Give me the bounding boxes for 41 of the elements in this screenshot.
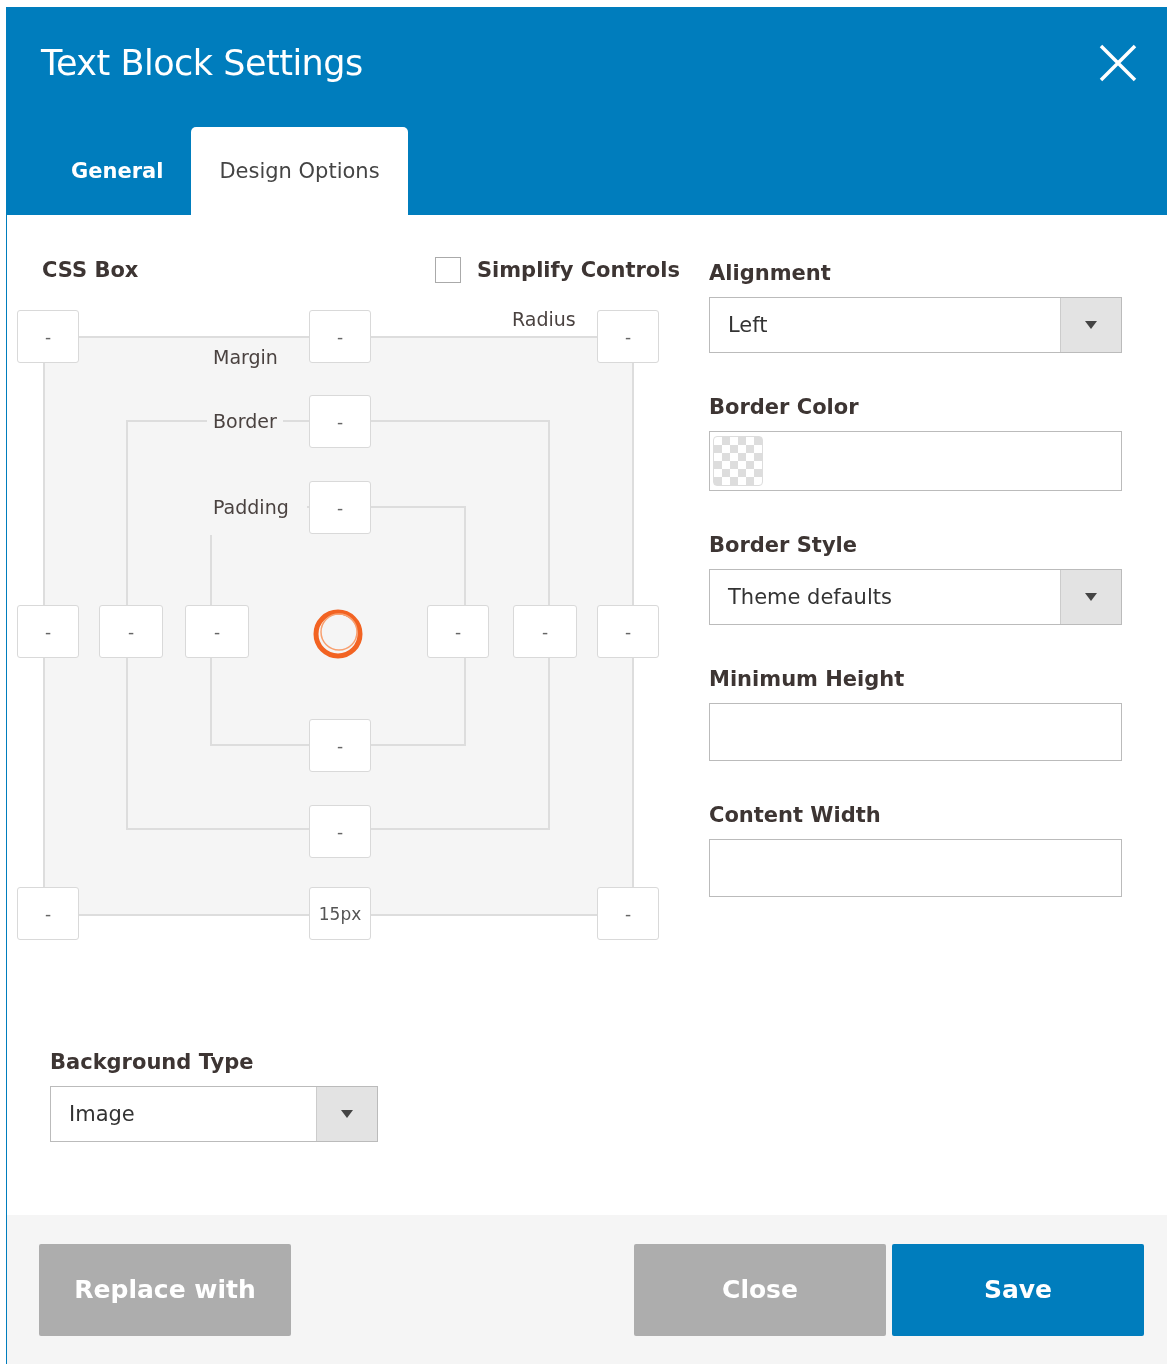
dropdown[interactable]: Image xyxy=(50,1086,378,1142)
caret-icon xyxy=(1085,593,1097,601)
spacing-field[interactable]: - xyxy=(597,605,659,658)
dropdown[interactable]: Theme defaults xyxy=(709,569,1122,625)
field-label: Content Width xyxy=(709,803,882,827)
field-label: Border Style xyxy=(709,533,859,557)
field-label: Alignment xyxy=(709,261,832,285)
action-button[interactable]: Save xyxy=(892,1243,1144,1336)
spacing-field[interactable]: - xyxy=(309,310,371,363)
input-field[interactable] xyxy=(709,839,1122,897)
section-title: CSS Box xyxy=(42,258,139,282)
spacing-field[interactable]: - xyxy=(309,395,371,448)
field-label: Minimum Height xyxy=(709,667,906,691)
spacing-field[interactable]: - xyxy=(597,310,659,363)
tab[interactable]: Design Options xyxy=(191,127,408,215)
tab[interactable]: General xyxy=(43,127,192,215)
spacing-field[interactable]: - xyxy=(309,719,371,772)
spacing-field[interactable]: - xyxy=(597,887,659,940)
spacing-field[interactable]: - xyxy=(427,605,489,658)
field-label: Border Color xyxy=(709,395,860,419)
spacing-field[interactable]: - xyxy=(17,605,79,658)
dialog-title: Text Block Settings xyxy=(41,43,363,83)
spacing-field[interactable]: - xyxy=(17,887,79,940)
spacing-field[interactable]: - xyxy=(309,481,371,534)
spacing-field[interactable]: - xyxy=(513,605,577,658)
spacing-field[interactable]: - xyxy=(309,805,371,858)
spacing-field[interactable]: - xyxy=(99,605,163,658)
dropdown[interactable]: Left xyxy=(709,297,1122,353)
close-button[interactable] xyxy=(1099,44,1137,82)
spacing-field[interactable]: 15px xyxy=(309,887,371,940)
caret-icon xyxy=(1085,321,1097,329)
color-picker-field[interactable] xyxy=(709,431,1122,491)
field-label: Background Type xyxy=(50,1050,255,1074)
input-field[interactable] xyxy=(709,703,1122,761)
spacing-field[interactable]: - xyxy=(17,310,79,363)
checkbox-label: Simplify Controls xyxy=(476,258,680,282)
transparent-swatch-icon xyxy=(713,436,763,486)
spacing-field[interactable]: - xyxy=(185,605,249,658)
radius-label: Radius xyxy=(512,307,576,332)
caret-icon xyxy=(341,1110,353,1118)
checkbox[interactable] xyxy=(434,257,461,283)
